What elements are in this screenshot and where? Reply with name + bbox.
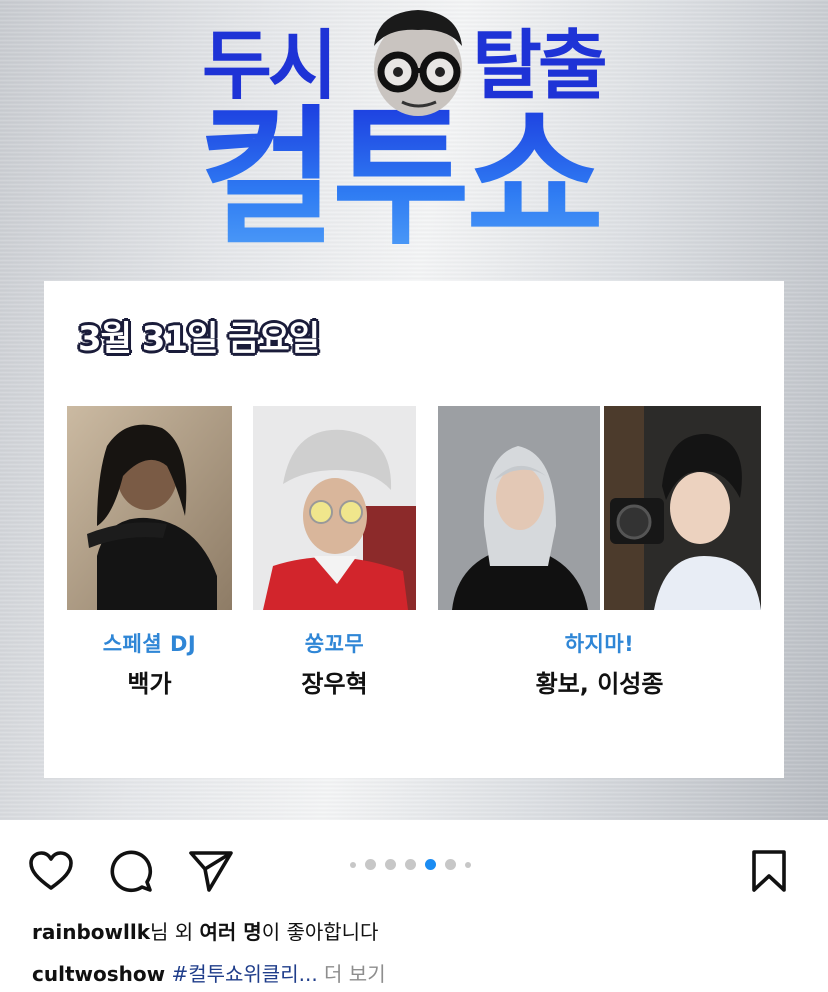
guest-name: 백가 xyxy=(127,670,172,698)
caption-hashtag[interactable]: #컬투쇼위클리... xyxy=(171,962,317,986)
post-image[interactable]: 두시 탈출 컬투쇼 3월 31일 금요일 스페셜 DJ 백가 쏭꼬무 장우혁 하… xyxy=(0,0,828,820)
author-username[interactable]: cultwoshow xyxy=(32,962,165,986)
guest-name: 장우혁 xyxy=(301,670,368,698)
comment-bubble-icon[interactable] xyxy=(108,848,154,894)
guest-role: 하지마! xyxy=(564,632,635,656)
schedule-card: 3월 31일 금요일 스페셜 DJ 백가 쏭꼬무 장우혁 하지마! 황보, 이성… xyxy=(44,281,784,778)
carousel-dot xyxy=(405,859,416,870)
likes-text-1: 님 외 xyxy=(150,920,200,944)
carousel-dot xyxy=(350,861,356,868)
show-logo: 두시 탈출 컬투쇼 xyxy=(190,6,640,276)
carousel-indicator xyxy=(350,859,471,870)
carousel-dot-active xyxy=(425,859,436,870)
carousel-dot xyxy=(365,859,376,870)
carousel-dot xyxy=(465,861,471,868)
logo-text-main: 컬투쇼 xyxy=(198,92,604,266)
post-caption: cultwoshow #컬투쇼위클리... 더 보기 xyxy=(32,958,386,987)
guest-caption-2: 쏭꼬무 장우혁 xyxy=(253,628,416,699)
guest-caption-1: 스페셜 DJ 백가 xyxy=(67,628,232,699)
guest-photo-1 xyxy=(67,406,232,610)
guest-photo-4 xyxy=(604,406,761,610)
broadcast-date: 3월 31일 금요일 xyxy=(78,319,320,359)
heart-icon[interactable] xyxy=(28,848,74,894)
host-face-illustration xyxy=(358,6,478,118)
likes-others[interactable]: 여러 명 xyxy=(200,920,262,944)
guest-caption-3: 하지마! 황보, 이성종 xyxy=(438,628,761,699)
guest-role: 스페셜 DJ xyxy=(102,632,197,656)
guest-photo-2 xyxy=(253,406,416,610)
guest-name: 황보, 이성종 xyxy=(535,670,664,698)
more-button[interactable]: 더 보기 xyxy=(324,962,386,986)
guest-role: 쏭꼬무 xyxy=(304,632,365,656)
guest-photo-3 xyxy=(438,406,600,610)
likes-text-2: 이 좋아합니다 xyxy=(261,920,379,944)
carousel-dot xyxy=(385,859,396,870)
bookmark-icon[interactable] xyxy=(746,848,792,894)
paper-plane-icon[interactable] xyxy=(188,848,234,894)
carousel-dot xyxy=(445,859,456,870)
post-action-bar xyxy=(0,820,828,910)
liker-username[interactable]: rainbowllk xyxy=(32,920,150,944)
instagram-post: 두시 탈출 컬투쇼 3월 31일 금요일 스페셜 DJ 백가 쏭꼬무 장우혁 하… xyxy=(0,0,828,992)
likes-summary[interactable]: rainbowllk님 외 여러 명이 좋아합니다 xyxy=(32,916,378,945)
